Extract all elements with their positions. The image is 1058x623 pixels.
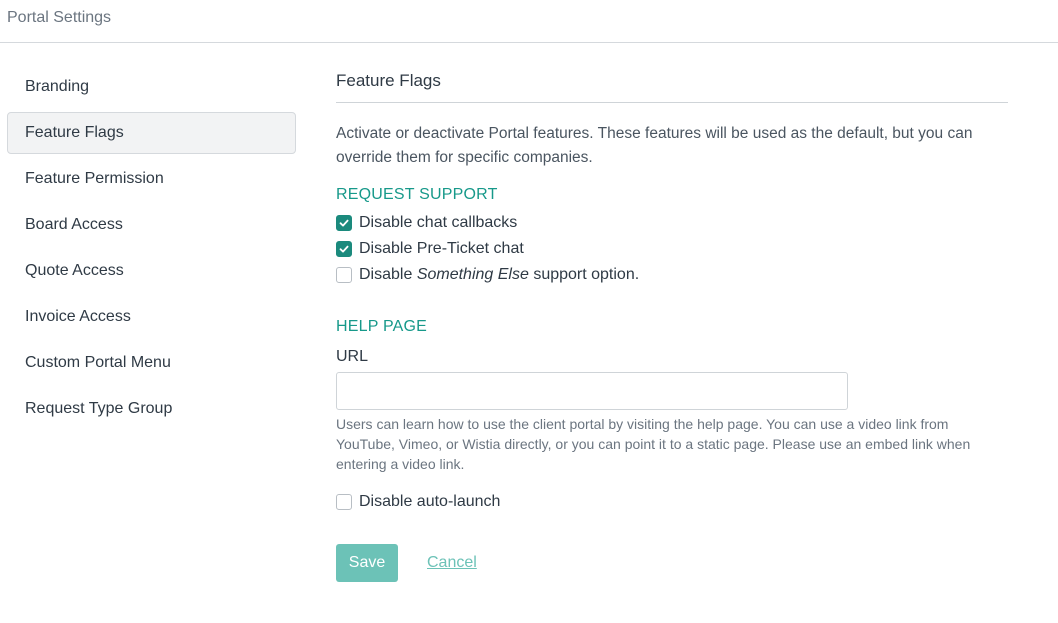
settings-sidebar: Branding Feature Flags Feature Permissio… [7,66,296,434]
option-disable-chat-callbacks[interactable]: Disable chat callbacks [336,210,1008,236]
intro-text: Activate or deactivate Portal features. … [336,125,973,166]
sidebar-item-board-access[interactable]: Board Access [7,204,296,246]
help-page-description: Users can learn how to use the client po… [336,416,971,472]
form-actions: Save Cancel [336,544,1008,582]
option-label-italic: Something Else [416,266,529,283]
help-page-heading: HELP PAGE [336,318,428,335]
check-icon [339,245,349,253]
option-label: Disable auto-launch [359,493,501,510]
option-disable-pre-ticket-chat[interactable]: Disable Pre-Ticket chat [336,236,1008,262]
url-input[interactable] [336,372,848,410]
request-support-heading: REQUEST SUPPORT [336,186,498,203]
sidebar-item-quote-access[interactable]: Quote Access [7,250,296,292]
checkbox-disable-pre-ticket-chat[interactable] [336,241,352,257]
option-label: Disable Something Else support option. [359,266,639,284]
option-disable-something-else[interactable]: Disable Something Else support option. [336,262,1008,288]
sidebar-item-branding[interactable]: Branding [7,66,296,108]
page-title: Feature Flags [336,66,1008,103]
window-title: Portal Settings [7,9,112,26]
sidebar-item-feature-permission[interactable]: Feature Permission [7,158,296,200]
sidebar-item-custom-portal-menu[interactable]: Custom Portal Menu [7,342,296,384]
top-bar: Portal Settings [0,0,1058,43]
main-panel: Feature Flags Activate or deactivate Por… [336,66,1008,582]
sidebar-item-request-type-group[interactable]: Request Type Group [7,388,296,430]
option-label: Disable Pre-Ticket chat [359,240,524,257]
option-label: Disable chat callbacks [359,214,518,231]
url-label: URL [336,348,369,365]
cancel-link[interactable]: Cancel [427,554,477,572]
sidebar-item-feature-flags[interactable]: Feature Flags [7,112,296,154]
sidebar-item-invoice-access[interactable]: Invoice Access [7,296,296,338]
checkbox-disable-something-else[interactable] [336,267,352,283]
checkbox-disable-auto-launch[interactable] [336,494,352,510]
option-label-suffix: support option. [528,266,640,283]
check-icon [339,219,349,227]
option-label-prefix: Disable [359,266,417,283]
checkbox-disable-chat-callbacks[interactable] [336,215,352,231]
save-button[interactable]: Save [336,544,398,582]
option-disable-auto-launch[interactable]: Disable auto-launch [336,489,1008,515]
request-support-options: Disable chat callbacks Disable Pre-Ticke… [336,210,1008,288]
